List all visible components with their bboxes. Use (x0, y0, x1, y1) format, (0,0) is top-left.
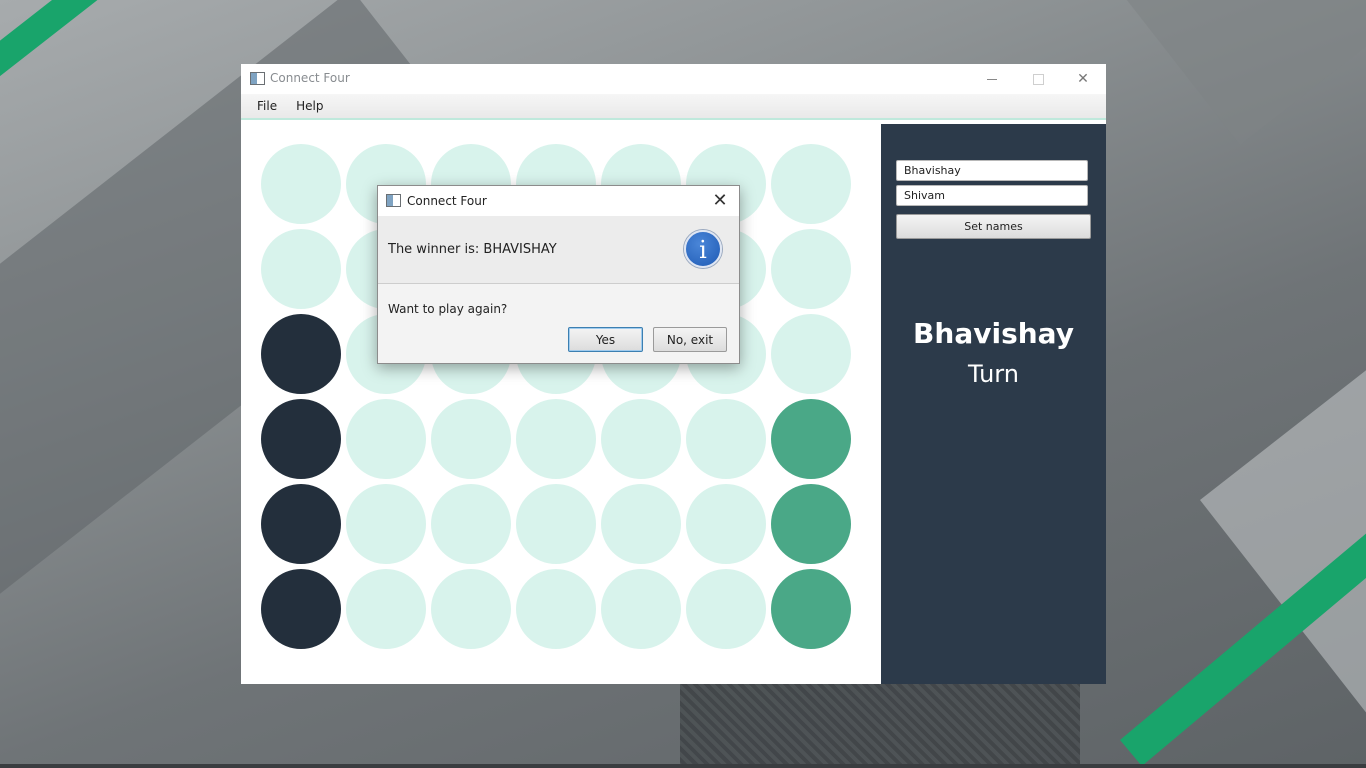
board-cell[interactable] (346, 569, 426, 649)
yes-button[interactable]: Yes (568, 327, 643, 352)
turn-player-name: Bhavishay (913, 317, 1074, 350)
winner-dialog: Connect Four ✕ The winner is: BHAVISHAY … (377, 185, 740, 364)
close-button[interactable]: ✕ (1060, 64, 1106, 94)
board-cell[interactable] (516, 399, 596, 479)
dialog-header-text: The winner is: BHAVISHAY (388, 242, 557, 257)
minimize-button[interactable] (969, 64, 1015, 94)
board-cell[interactable] (686, 569, 766, 649)
menu-bar: File Help (241, 94, 1106, 120)
player1-name-input[interactable] (896, 160, 1088, 181)
board-cell[interactable] (601, 484, 681, 564)
board-cell[interactable] (261, 569, 341, 649)
no-exit-button[interactable]: No, exit (653, 327, 727, 352)
dialog-title: Connect Four (407, 194, 487, 208)
board-cell[interactable] (771, 314, 851, 394)
player2-name-input[interactable] (896, 185, 1088, 206)
set-names-button[interactable]: Set names (896, 214, 1091, 239)
board-cell[interactable] (771, 144, 851, 224)
info-icon: i (684, 230, 722, 268)
dialog-titlebar[interactable]: Connect Four ✕ (378, 186, 739, 216)
board-cell[interactable] (601, 569, 681, 649)
board-cell[interactable] (771, 484, 851, 564)
wallpaper-stripe (1120, 470, 1366, 767)
board-cell[interactable] (431, 484, 511, 564)
board-cell[interactable] (601, 399, 681, 479)
board-cell[interactable] (771, 229, 851, 309)
board-cell[interactable] (261, 144, 341, 224)
board-cell[interactable] (516, 484, 596, 564)
board-cell[interactable] (261, 484, 341, 564)
side-panel: Set names Bhavishay Turn (881, 124, 1106, 684)
board-cell[interactable] (346, 484, 426, 564)
window-title: Connect Four (270, 71, 350, 85)
board-cell[interactable] (261, 314, 341, 394)
board-cell[interactable] (431, 399, 511, 479)
board-cell[interactable] (261, 229, 341, 309)
board-cell[interactable] (431, 569, 511, 649)
app-icon (386, 194, 401, 207)
maximize-button[interactable] (1015, 64, 1061, 94)
board-cell[interactable] (771, 569, 851, 649)
board-cell[interactable] (686, 484, 766, 564)
minimize-icon (987, 78, 997, 80)
dialog-content-text: Want to play again? (388, 302, 508, 316)
close-icon: ✕ (712, 190, 728, 211)
close-icon: ✕ (1077, 71, 1089, 87)
board-cell[interactable] (346, 399, 426, 479)
board-cell[interactable] (686, 399, 766, 479)
menu-help[interactable]: Help (286, 94, 332, 118)
window-titlebar[interactable]: Connect Four ✕ (241, 64, 1106, 94)
app-icon (250, 72, 265, 85)
board-cell[interactable] (261, 399, 341, 479)
menu-file[interactable]: File (241, 94, 286, 118)
wallpaper-band (1200, 315, 1366, 737)
board-cell[interactable] (516, 569, 596, 649)
dialog-close-button[interactable]: ✕ (708, 190, 732, 212)
turn-label: Turn (968, 360, 1019, 388)
taskbar-edge (0, 764, 1366, 768)
maximize-icon (1032, 73, 1044, 85)
wallpaper-band (1080, 0, 1366, 145)
dialog-header: The winner is: BHAVISHAY i (378, 216, 739, 284)
wallpaper-carbon-texture (680, 684, 1080, 768)
board-cell[interactable] (771, 399, 851, 479)
connect-four-window: Connect Four ✕ File Help Set names Bhavi… (241, 64, 1106, 684)
